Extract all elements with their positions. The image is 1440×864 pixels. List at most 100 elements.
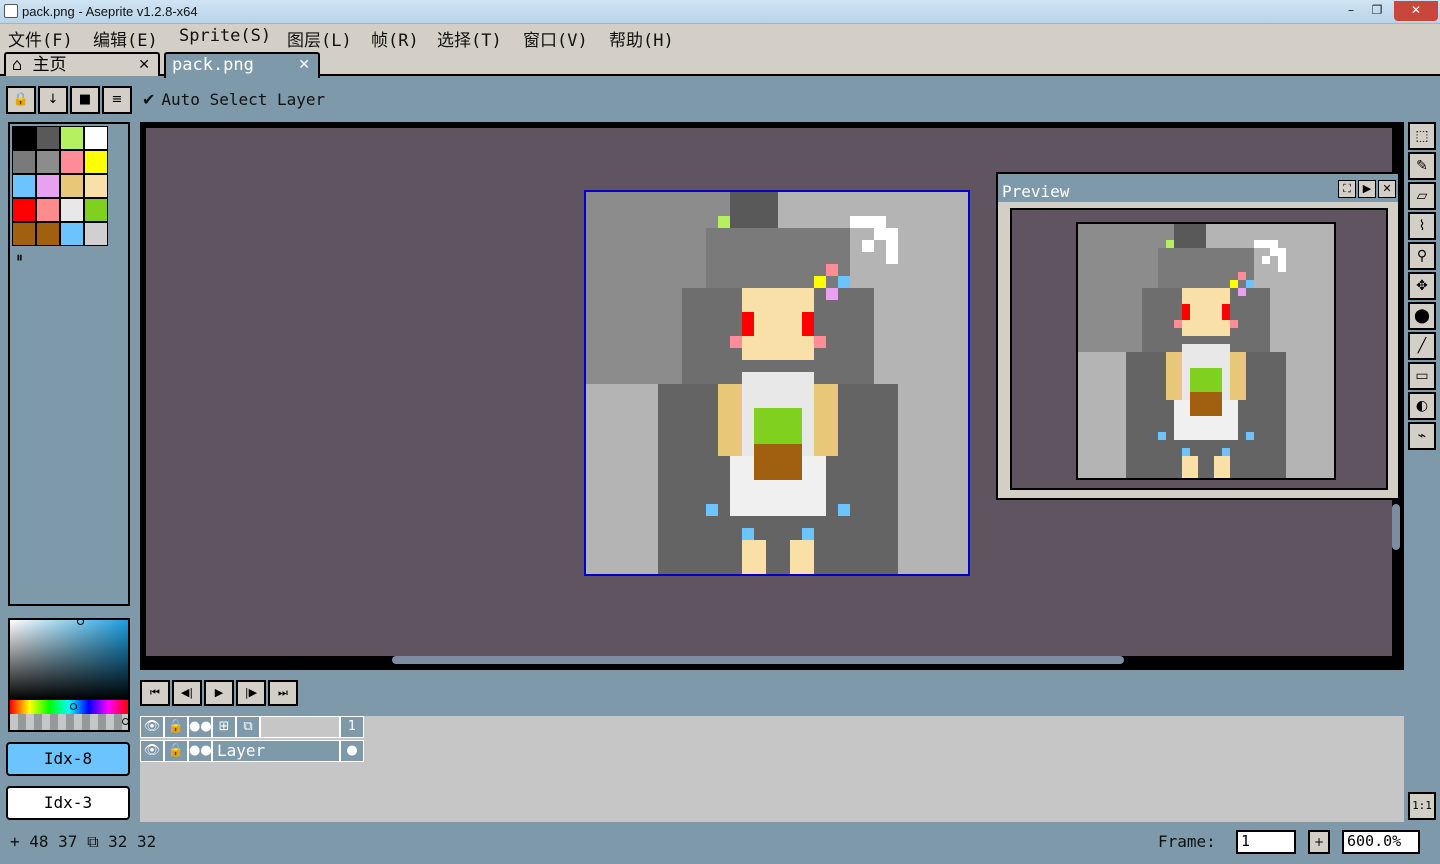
palette-swatch[interactable]: [12, 174, 36, 198]
sprite-pixel-block: [754, 444, 802, 480]
palette-swatch[interactable]: [12, 222, 36, 246]
color-picker[interactable]: [8, 618, 130, 732]
palette-swatch[interactable]: [12, 150, 36, 174]
menu-file[interactable]: 文件(F): [8, 26, 73, 51]
sprite-pixel-block: [718, 216, 730, 228]
palette-swatch[interactable]: [60, 150, 84, 174]
auto-select-layer-checkbox[interactable]: ✔ Auto Select Layer: [142, 90, 325, 109]
menu-window[interactable]: 窗口(V): [523, 26, 588, 51]
palette-swatch[interactable]: [60, 198, 84, 222]
zoom-1-1-button[interactable]: 1:1: [1408, 792, 1436, 820]
tab-home[interactable]: ⌂ 主页 ✕: [4, 52, 160, 76]
previous-frame-icon[interactable]: ◀|: [172, 680, 202, 706]
horizontal-scrollbar[interactable]: [392, 656, 1124, 664]
fullscreen-icon[interactable]: ⛶: [1338, 180, 1356, 198]
menu-layer[interactable]: 图层(L): [287, 26, 352, 51]
palette-swatch[interactable]: [36, 222, 60, 246]
lock-icon[interactable]: 🔒: [164, 716, 188, 738]
status-bar: + 48 37 ⧉ 32 32 Frame: 1 + 600.0%: [0, 828, 1440, 864]
palette-swatch[interactable]: [36, 174, 60, 198]
frame-header[interactable]: 1: [340, 716, 364, 738]
eyedropper-tool-icon[interactable]: ⌇: [1408, 212, 1436, 240]
spray-tool-icon[interactable]: ⌁: [1408, 422, 1436, 450]
menu-edit[interactable]: 编辑(E): [93, 26, 158, 51]
sprite-pixel-block: [1230, 320, 1238, 328]
next-frame-icon[interactable]: |▶: [236, 680, 266, 706]
foreground-color-button[interactable]: Idx-8: [6, 742, 130, 776]
fill-tool-icon[interactable]: ⬤: [1408, 302, 1436, 330]
tab-pack-png[interactable]: pack.png ✕: [164, 52, 320, 78]
sprite-pixel-block: [1158, 432, 1166, 440]
sprite-pixel-block: [838, 276, 850, 288]
tab-home-label: 主页: [32, 55, 67, 75]
sprite-canvas[interactable]: [584, 190, 970, 576]
sprite-pixel-block: [1270, 248, 1286, 256]
palette-options-icon[interactable]: ⏸: [16, 250, 23, 266]
palette-swatch[interactable]: [36, 126, 60, 150]
eraser-tool-icon[interactable]: ▱: [1408, 182, 1436, 210]
frame-plus-button[interactable]: +: [1308, 830, 1330, 854]
maximize-button[interactable]: ❐: [1364, 1, 1390, 21]
palette-swatch[interactable]: [36, 198, 60, 222]
minimize-button[interactable]: –: [1338, 1, 1364, 21]
continuous-icon[interactable]: ●●: [188, 716, 212, 738]
layer-name[interactable]: Layer: [212, 740, 340, 762]
close-icon[interactable]: ✕: [1378, 180, 1396, 198]
menu-help[interactable]: 帮助(H): [609, 26, 674, 51]
palette-swatch[interactable]: [36, 150, 60, 174]
zoom-tool-icon[interactable]: ⚲: [1408, 242, 1436, 270]
play-icon[interactable]: ▶: [1358, 180, 1376, 198]
alpha-knob[interactable]: [122, 718, 128, 725]
last-frame-icon[interactable]: ⏭: [268, 680, 298, 706]
palette-swatch[interactable]: [60, 126, 84, 150]
play-icon[interactable]: ▶: [204, 680, 234, 706]
close-icon[interactable]: ✕: [138, 54, 150, 76]
marquee-tool-icon[interactable]: ⬚: [1408, 122, 1436, 150]
menu-select[interactable]: 选择(T): [437, 26, 502, 51]
sv-knob[interactable]: [77, 620, 84, 625]
arrow-down-icon[interactable]: ↓: [38, 86, 68, 114]
sprite-pixel-block: [826, 288, 838, 300]
menu-frame[interactable]: 帧(R): [371, 26, 419, 51]
palette-swatch[interactable]: [84, 222, 108, 246]
move-tool-icon[interactable]: ✥: [1408, 272, 1436, 300]
frame-input[interactable]: 1: [1236, 830, 1296, 854]
background-color-button[interactable]: Idx-3: [6, 786, 130, 820]
layer-eye-icon[interactable]: 👁: [140, 740, 164, 762]
square-icon[interactable]: ■: [70, 86, 100, 114]
cel-icon[interactable]: ●: [340, 740, 364, 762]
layer-lock-icon[interactable]: 🔒: [164, 740, 188, 762]
layers-icon[interactable]: ⊞: [212, 716, 236, 738]
first-frame-icon[interactable]: ⏮: [140, 680, 170, 706]
saturation-value-field[interactable]: [10, 620, 128, 700]
menu-sprite[interactable]: Sprite(S): [179, 26, 271, 46]
alpha-slider[interactable]: [10, 714, 128, 730]
palette-swatch[interactable]: [12, 198, 36, 222]
palette-swatch[interactable]: [84, 126, 108, 150]
layer-continuous-icon[interactable]: ●●: [188, 740, 212, 762]
menu-lines-icon[interactable]: ≡: [102, 86, 132, 114]
rectangle-tool-icon[interactable]: ▭: [1408, 362, 1436, 390]
preview-sprite: [1076, 222, 1336, 480]
lock-icon[interactable]: 🔒: [6, 86, 36, 114]
onion-skin-icon[interactable]: ⧉: [236, 716, 260, 738]
close-window-button[interactable]: ✕: [1394, 1, 1438, 21]
eye-icon[interactable]: 👁: [140, 716, 164, 738]
zoom-input[interactable]: 600.0%: [1342, 830, 1420, 854]
sprite-pixel-block: [730, 192, 778, 228]
window-title: pack.png - Aseprite v1.2.8-x64: [22, 4, 198, 19]
palette-swatch[interactable]: [84, 174, 108, 198]
palette-swatch[interactable]: [60, 222, 84, 246]
palette-swatch[interactable]: [84, 198, 108, 222]
pencil-tool-icon[interactable]: ✎: [1408, 152, 1436, 180]
close-icon[interactable]: ✕: [298, 54, 310, 76]
blur-tool-icon[interactable]: ◐: [1408, 392, 1436, 420]
palette-swatch[interactable]: [12, 126, 36, 150]
line-tool-icon[interactable]: ╱: [1408, 332, 1436, 360]
hue-knob[interactable]: [70, 703, 77, 710]
preview-area[interactable]: [1010, 208, 1388, 490]
hue-slider[interactable]: [10, 700, 128, 714]
vertical-scrollbar[interactable]: [1392, 504, 1400, 550]
palette-swatch[interactable]: [60, 174, 84, 198]
palette-swatch[interactable]: [84, 150, 108, 174]
